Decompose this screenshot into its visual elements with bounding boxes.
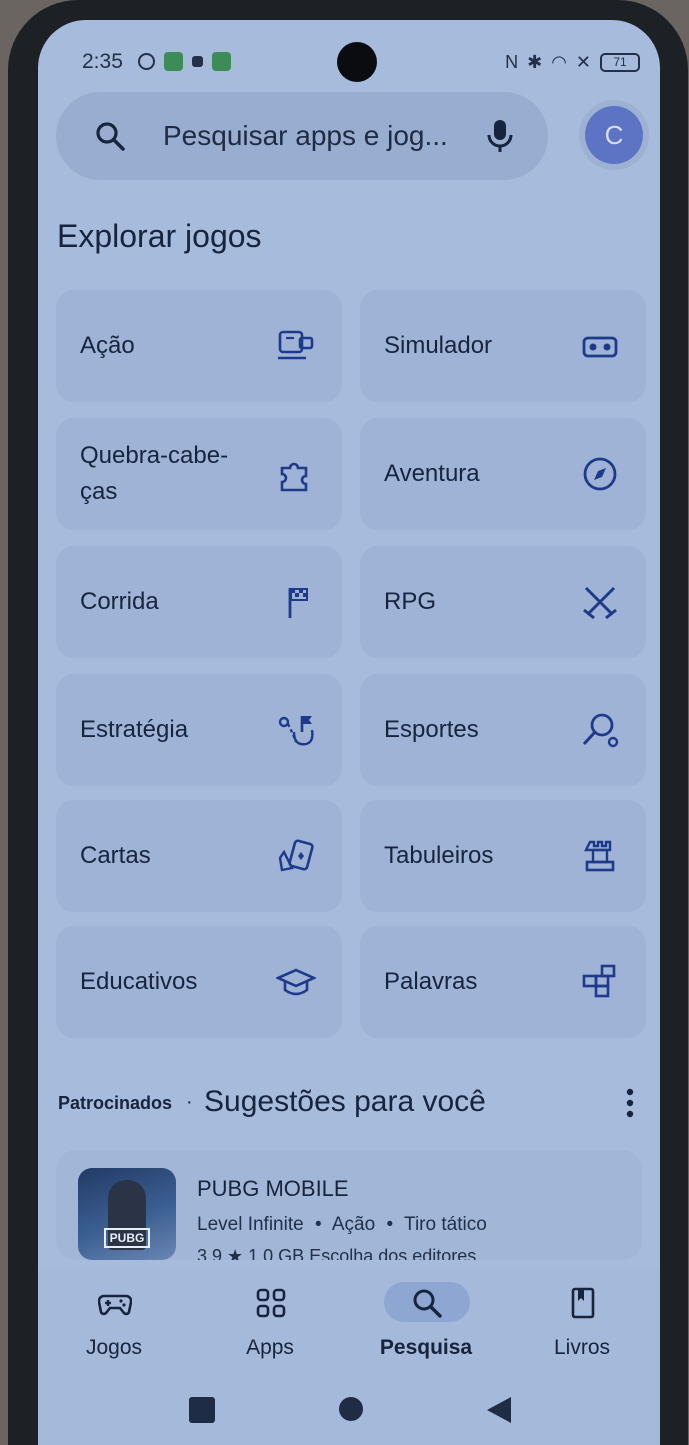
category-simulador[interactable]: Simulador xyxy=(360,290,646,402)
category-label: Quebra-cabe-ças xyxy=(80,442,229,505)
app-developer: Level Infinite xyxy=(197,1214,304,1235)
app-subgenre: Tiro tático xyxy=(404,1214,487,1235)
category-aventura[interactable]: Aventura xyxy=(360,418,646,530)
nav-label: Pesquisa xyxy=(379,1336,473,1359)
category-label: Palavras xyxy=(384,968,478,995)
nav-label: Livros xyxy=(553,1336,611,1359)
app-thumbnail[interactable]: PUBG xyxy=(78,1168,176,1260)
category-cartas[interactable]: Cartas xyxy=(56,800,342,912)
search-input[interactable]: Pesquisar apps e jog... xyxy=(163,120,448,152)
bluetooth-icon: ✱ xyxy=(527,52,543,72)
category-tabuleiros[interactable]: Tabuleiros xyxy=(360,800,646,912)
sponsored-label: Patrocinados xyxy=(58,1093,173,1113)
vr-headset-icon xyxy=(582,336,618,358)
category-label: Estratégia xyxy=(80,716,189,743)
back-button-icon[interactable] xyxy=(486,1396,512,1424)
category-palavras[interactable]: Palavras xyxy=(360,926,646,1038)
puzzle-icon xyxy=(280,462,308,492)
status-system-icons: N ✱ ◠ ✕ 71 xyxy=(505,52,640,72)
status-time: 2:35 xyxy=(82,50,123,73)
status-notification-icons xyxy=(138,52,231,71)
app-meta: Level Infinite • Ação • Tiro tático xyxy=(197,1214,487,1236)
category-rpg[interactable]: RPG xyxy=(360,546,646,658)
flag-icon xyxy=(288,588,308,618)
category-label: Esportes xyxy=(384,716,479,743)
gamepad-icon xyxy=(98,1294,132,1316)
nav-label: Jogos xyxy=(85,1336,143,1359)
app-meta-partial: 3,9 ★ 1,0 GB Escolha dos editores xyxy=(197,1246,477,1260)
no-sim-icon: ✕ xyxy=(575,52,591,72)
search-bar[interactable]: Pesquisar apps e jog... xyxy=(56,92,548,180)
category-label: Ação xyxy=(80,332,135,359)
meta-separator: • xyxy=(314,1214,322,1235)
bottom-navigation: Jogos Apps Pesquisa Livros xyxy=(38,1268,660,1380)
category-esportes[interactable]: Esportes xyxy=(360,674,646,786)
account-avatar[interactable]: C xyxy=(585,106,643,164)
recents-button-icon[interactable] xyxy=(188,1396,216,1424)
search-icon xyxy=(96,122,125,151)
category-label: Aventura xyxy=(384,460,480,487)
screen: 2:35 N ✱ ◠ ✕ 71 Pesquisar apps e jog... … xyxy=(38,20,660,1445)
battery-icon: 71 xyxy=(600,52,640,72)
notification-ring-icon xyxy=(138,53,155,70)
nav-item-livros[interactable]: Livros xyxy=(522,1278,642,1368)
category-corrida[interactable]: Corrida xyxy=(56,546,342,658)
category-label: RPG xyxy=(384,588,437,615)
system-navigation xyxy=(38,1380,660,1445)
app-notification-icon xyxy=(164,52,183,71)
suggestions-title: Sugestões para você xyxy=(204,1085,486,1118)
wifi-icon: ◠ xyxy=(551,52,567,72)
nav-item-jogos[interactable]: Jogos xyxy=(54,1278,174,1368)
microphone-icon[interactable] xyxy=(486,118,514,154)
separator-dot: · xyxy=(186,1091,193,1113)
nav-item-apps[interactable]: Apps xyxy=(210,1278,330,1368)
front-camera xyxy=(337,42,377,82)
app-suggestion-card[interactable]: PUBG PUBG MOBILE Level Infinite • Ação •… xyxy=(56,1150,642,1260)
compass-icon xyxy=(583,457,617,491)
nav-label: Apps xyxy=(246,1336,294,1359)
nfc-icon: N xyxy=(505,52,519,72)
app-genre: Ação xyxy=(331,1214,376,1235)
category-estrategia[interactable]: Estratégia xyxy=(56,674,342,786)
category-acao[interactable]: Ação xyxy=(56,290,342,402)
category-label: Simulador xyxy=(384,332,493,359)
crossed-swords-icon xyxy=(583,586,617,620)
bug-notification-icon xyxy=(192,56,203,67)
graduation-cap-icon xyxy=(276,968,316,996)
search-icon xyxy=(413,1289,442,1318)
app-notification-icon-2 xyxy=(212,52,231,71)
action-icon xyxy=(278,330,314,360)
chess-rook-icon xyxy=(584,840,615,872)
strategy-icon xyxy=(278,716,314,746)
category-quebra-cabecas[interactable]: Quebra-cabe-ças xyxy=(56,418,342,530)
tennis-racket-icon xyxy=(582,713,619,748)
thumbnail-logo: PUBG xyxy=(104,1228,150,1248)
section-title: Explorar jogos xyxy=(57,218,262,254)
cards-icon xyxy=(278,839,314,872)
home-button-icon[interactable] xyxy=(338,1396,364,1422)
category-educativos[interactable]: Educativos xyxy=(56,926,342,1038)
category-label: Corrida xyxy=(80,588,159,615)
category-label: Educativos xyxy=(80,968,198,995)
meta-separator: • xyxy=(386,1214,394,1235)
apps-grid-icon xyxy=(256,1288,286,1318)
suggestions-header: Patrocinados · Sugestões para você xyxy=(58,1083,634,1127)
word-blocks-icon xyxy=(582,964,616,998)
category-label: Cartas xyxy=(80,842,151,869)
more-options-icon[interactable] xyxy=(626,1087,634,1119)
category-label: Tabuleiros xyxy=(384,842,494,869)
app-name: PUBG MOBILE xyxy=(197,1176,349,1201)
book-icon xyxy=(571,1287,595,1319)
nav-item-pesquisa[interactable]: Pesquisa xyxy=(366,1278,486,1368)
